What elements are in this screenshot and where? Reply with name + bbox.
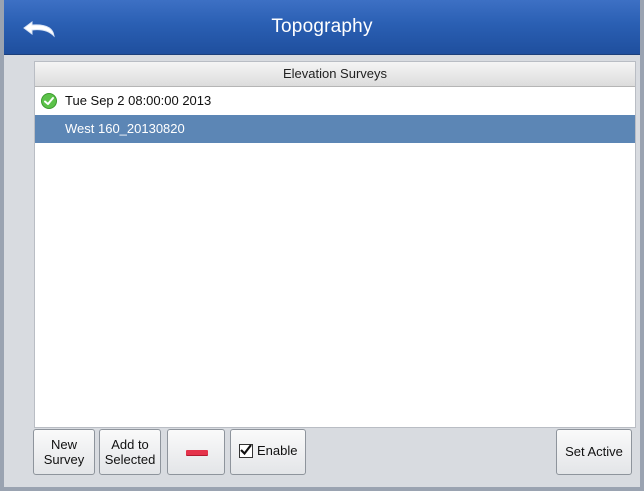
add-selected-label-line2: Selected: [104, 452, 156, 467]
list-item[interactable]: Tue Sep 2 08:00:00 2013: [35, 87, 635, 115]
enable-toggle-button[interactable]: Enable: [230, 429, 306, 475]
list-item-label: Tue Sep 2 08:00:00 2013: [65, 93, 212, 108]
set-active-label: Set Active: [565, 444, 623, 459]
surveys-list: Elevation Surveys Tue Sep 2 08:00:00 201…: [34, 61, 636, 428]
bottom-toolbar: New Survey Add to Selected Enable Set Ac…: [4, 423, 640, 487]
set-active-button[interactable]: Set Active: [556, 429, 632, 475]
page-title: Topography: [271, 16, 373, 37]
new-survey-label-line2: Survey: [43, 452, 85, 467]
title-bar: Topography: [4, 0, 640, 55]
app-frame: Topography Elevation Surveys Tue Sep 2 0…: [0, 0, 644, 491]
list-item-selected[interactable]: West 160_20130820: [35, 115, 635, 143]
list-header: Elevation Surveys: [35, 62, 635, 87]
add-to-selected-button[interactable]: Add to Selected: [99, 429, 161, 475]
new-survey-label-line1: New: [50, 437, 77, 452]
enable-label: Enable: [257, 443, 298, 458]
remove-icon: [186, 450, 208, 455]
remove-button[interactable]: [167, 429, 225, 475]
new-survey-button[interactable]: New Survey: [33, 429, 95, 475]
checkmark-icon: [240, 443, 252, 455]
list-item-label: West 160_20130820: [65, 121, 185, 136]
add-selected-label-line1: Add to: [111, 437, 149, 452]
green-check-icon: [41, 93, 57, 109]
main-content: Elevation Surveys Tue Sep 2 08:00:00 201…: [4, 55, 640, 487]
enable-checkbox[interactable]: [239, 443, 253, 458]
